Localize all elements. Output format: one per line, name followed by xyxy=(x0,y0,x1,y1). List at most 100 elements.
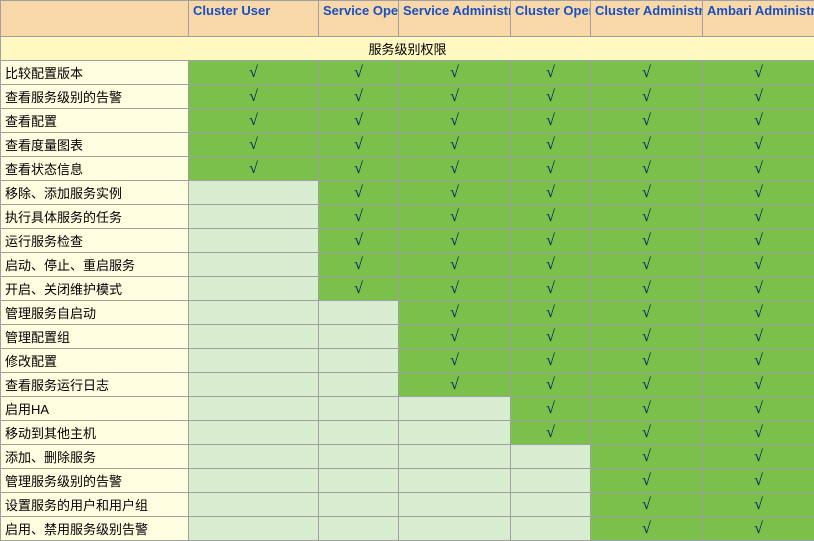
check-icon: √ xyxy=(642,424,651,441)
check-icon: √ xyxy=(754,136,763,153)
granted-cell: √ xyxy=(399,301,511,325)
permission-label: 修改配置 xyxy=(1,349,189,373)
check-icon: √ xyxy=(354,184,363,201)
granted-cell: √ xyxy=(319,181,399,205)
permission-label: 管理服务自启动 xyxy=(1,301,189,325)
permission-label: 移动到其他主机 xyxy=(1,421,189,445)
section-title-row: 服务级别权限 xyxy=(1,37,814,61)
granted-cell: √ xyxy=(703,253,814,277)
check-icon: √ xyxy=(754,256,763,273)
granted-cell: √ xyxy=(511,253,591,277)
check-icon: √ xyxy=(450,352,459,369)
permission-label: 启动、停止、重启服务 xyxy=(1,253,189,277)
empty-cell xyxy=(399,397,511,421)
granted-cell: √ xyxy=(319,229,399,253)
check-icon: √ xyxy=(354,256,363,273)
check-icon: √ xyxy=(546,184,555,201)
check-icon: √ xyxy=(642,328,651,345)
role-header: Service Administrator xyxy=(399,1,511,37)
table-row: 启动、停止、重启服务√√√√√ xyxy=(1,253,814,277)
check-icon: √ xyxy=(546,88,555,105)
granted-cell: √ xyxy=(511,349,591,373)
table-row: 管理服务自启动 √ √ √ √ xyxy=(1,301,814,325)
check-icon: √ xyxy=(642,208,651,225)
table-row: 启用、禁用服务级别告警√√ xyxy=(1,517,814,541)
table-row: 移动到其他主机√√√ xyxy=(1,421,814,445)
check-icon: √ xyxy=(546,304,555,321)
granted-cell: √ xyxy=(591,253,703,277)
granted-cell: √ xyxy=(591,61,703,85)
granted-cell: √ xyxy=(511,85,591,109)
permission-label: 查看配置 xyxy=(1,109,189,133)
check-icon: √ xyxy=(450,112,459,129)
check-icon: √ xyxy=(754,184,763,201)
granted-cell: √ xyxy=(399,181,511,205)
granted-cell: √ xyxy=(591,157,703,181)
empty-cell xyxy=(189,445,319,469)
empty-cell xyxy=(399,517,511,541)
empty-cell xyxy=(189,397,319,421)
empty-cell xyxy=(511,517,591,541)
table-row: 移除、添加服务实例√√√√√ xyxy=(1,181,814,205)
granted-cell: √ xyxy=(703,157,814,181)
corner-cell xyxy=(1,1,189,37)
granted-cell: √ xyxy=(591,301,703,325)
check-icon: √ xyxy=(450,136,459,153)
granted-cell: √ xyxy=(511,229,591,253)
granted-cell: √ xyxy=(189,85,319,109)
header-row: Cluster User Service Operator Service Ad… xyxy=(1,1,814,37)
check-icon: √ xyxy=(642,472,651,489)
table-row: 开启、关闭维护模式√√√√√ xyxy=(1,277,814,301)
granted-cell: √ xyxy=(319,109,399,133)
granted-cell: √ xyxy=(703,85,814,109)
check-icon: √ xyxy=(754,232,763,249)
permission-label: 启用HA xyxy=(1,397,189,421)
granted-cell: √ xyxy=(591,397,703,421)
check-icon: √ xyxy=(754,376,763,393)
check-icon: √ xyxy=(450,280,459,297)
permissions-matrix: Cluster User Service Operator Service Ad… xyxy=(0,0,814,541)
check-icon: √ xyxy=(354,112,363,129)
granted-cell: √ xyxy=(703,517,814,541)
granted-cell: √ xyxy=(319,133,399,157)
check-icon: √ xyxy=(642,376,651,393)
empty-cell xyxy=(189,205,319,229)
granted-cell: √ xyxy=(399,205,511,229)
granted-cell: √ xyxy=(703,325,814,349)
granted-cell: √ xyxy=(591,349,703,373)
granted-cell: √ xyxy=(591,373,703,397)
permission-label: 管理服务级别的告警 xyxy=(1,469,189,493)
empty-cell xyxy=(319,493,399,517)
empty-cell xyxy=(399,469,511,493)
granted-cell: √ xyxy=(703,229,814,253)
check-icon: √ xyxy=(450,208,459,225)
granted-cell: √ xyxy=(703,373,814,397)
check-icon: √ xyxy=(354,280,363,297)
table-row: 修改配置√√√√ xyxy=(1,349,814,373)
check-icon: √ xyxy=(546,112,555,129)
check-icon: √ xyxy=(546,376,555,393)
empty-cell xyxy=(319,421,399,445)
check-icon: √ xyxy=(642,160,651,177)
granted-cell: √ xyxy=(591,229,703,253)
check-icon: √ xyxy=(642,88,651,105)
granted-cell: √ xyxy=(703,109,814,133)
check-icon: √ xyxy=(546,280,555,297)
check-icon: √ xyxy=(546,232,555,249)
table-row: 查看服务级别的告警√√√√√√ xyxy=(1,85,814,109)
table-row: 管理配置组√√√√ xyxy=(1,325,814,349)
granted-cell: √ xyxy=(591,421,703,445)
check-icon: √ xyxy=(354,88,363,105)
check-icon: √ xyxy=(754,304,763,321)
granted-cell: √ xyxy=(511,301,591,325)
granted-cell: √ xyxy=(591,517,703,541)
granted-cell: √ xyxy=(399,325,511,349)
permission-label: 设置服务的用户和用户组 xyxy=(1,493,189,517)
permission-label: 比较配置版本 xyxy=(1,61,189,85)
empty-cell xyxy=(511,493,591,517)
granted-cell: √ xyxy=(399,253,511,277)
permission-label: 移除、添加服务实例 xyxy=(1,181,189,205)
check-icon: √ xyxy=(249,64,258,81)
granted-cell: √ xyxy=(189,133,319,157)
granted-cell: √ xyxy=(511,277,591,301)
